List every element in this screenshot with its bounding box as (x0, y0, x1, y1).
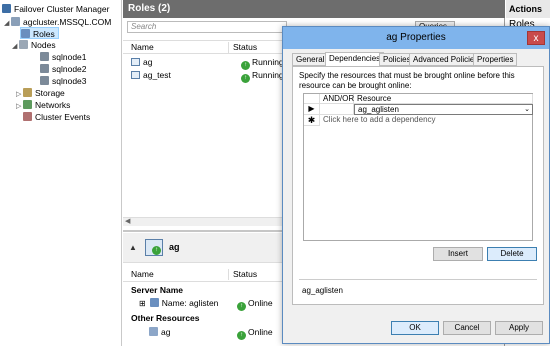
column-header-resource[interactable]: Resource (354, 94, 533, 104)
nodes-icon (19, 40, 28, 49)
properties-dialog: ag Properties x General Dependencies Pol… (282, 26, 550, 344)
tree-node-label: sqlnode3 (52, 76, 87, 86)
expand-icon[interactable]: ⊞ (139, 299, 146, 308)
role-status: ↑ Running (241, 69, 284, 83)
role-icon: ↑ (145, 239, 163, 256)
role-row[interactable]: ag_test ↑ Running (131, 69, 284, 83)
resource-dropdown-value: ag_aglisten (358, 105, 399, 114)
roles-title: Roles (2) (123, 0, 505, 18)
dialog-title: ag Properties (386, 32, 446, 43)
insert-button[interactable]: Insert (433, 247, 483, 261)
column-header-name[interactable]: Name (127, 269, 229, 280)
collapse-icon[interactable]: ▲ (129, 243, 137, 252)
tree-roles-item[interactable]: Roles (20, 27, 59, 39)
resource-icon (149, 327, 158, 336)
role-name: ag (143, 57, 153, 67)
dependency-grid: AND/OR Resource ▶ ag_aglisten ⌄ ✱ Click … (303, 93, 533, 241)
role-icon (131, 58, 140, 66)
tree-node-label: sqlnode1 (52, 52, 87, 62)
column-header-and-or[interactable]: AND/OR (320, 94, 354, 104)
roles-icon (21, 29, 30, 38)
resource-name: ag (161, 327, 171, 337)
resource-row[interactable]: ⊞ Name: aglisten (139, 297, 218, 309)
resource-status: ↑ Online (237, 326, 273, 340)
resource-status: ↑ Online (237, 297, 273, 311)
actions-title: Actions (506, 0, 550, 18)
detail-title: ag (169, 242, 180, 252)
group-label: Server Name (131, 285, 183, 295)
cluster-manager-icon (2, 4, 11, 13)
tree-node-item[interactable]: sqlnode3 (40, 75, 87, 87)
online-status-icon: ↑ (237, 331, 246, 340)
scroll-left-icon[interactable]: ◀ (125, 217, 130, 225)
tab-properties[interactable]: Properties (473, 53, 518, 66)
role-row[interactable]: ag ↑ Running (131, 56, 284, 70)
column-header-status[interactable]: Status (229, 269, 285, 280)
tab-dependencies[interactable]: Dependencies (325, 52, 385, 67)
tree-roles-label: Roles (33, 29, 55, 39)
tree-events-label: Cluster Events (35, 112, 91, 122)
dependencies-description: Specify the resources that must be broug… (299, 71, 515, 90)
tree-nodes-label: Nodes (31, 40, 56, 50)
column-header-name[interactable]: Name (127, 42, 229, 53)
tree-node-label: sqlnode2 (52, 64, 87, 74)
tab-advanced-policies[interactable]: Advanced Policies (409, 53, 483, 66)
column-header-status[interactable]: Status (229, 42, 285, 53)
server-icon (40, 64, 49, 73)
tree-nodes-item[interactable]: ◢ Nodes (12, 39, 56, 51)
expand-arrow-icon[interactable]: ▷ (16, 101, 23, 113)
storage-icon (23, 88, 32, 97)
ok-button[interactable]: OK (391, 321, 439, 335)
tree-node-item[interactable]: sqlnode1 (40, 51, 87, 63)
tree-storage-item[interactable]: ▷ Storage (16, 87, 65, 99)
tree-events-item[interactable]: Cluster Events (23, 111, 90, 123)
add-dependency-row[interactable]: Click here to add a dependency (320, 115, 436, 126)
role-status: ↑ Running (241, 56, 284, 70)
tree-root-label: Failover Cluster Manager (14, 4, 110, 14)
network-name-icon (149, 298, 159, 307)
tree-storage-label: Storage (35, 88, 65, 98)
tree-networks-item[interactable]: ▷ Networks (16, 99, 70, 111)
tree-cluster-label: agcluster.MSSQL.COM (23, 17, 112, 27)
tree-networks-label: Networks (35, 100, 71, 110)
running-status-icon: ↑ (241, 74, 250, 83)
chevron-down-icon[interactable]: ⌄ (524, 105, 530, 114)
server-icon (40, 52, 49, 61)
dialog-titlebar[interactable]: ag Properties x (283, 27, 549, 49)
resource-status-text: Online (248, 327, 273, 337)
new-row-icon: ✱ (304, 115, 320, 126)
resource-name: Name: aglisten (161, 298, 219, 308)
dependencies-panel: Specify the resources that must be broug… (292, 66, 544, 305)
online-status-icon: ↑ (237, 302, 246, 311)
and-or-cell[interactable] (320, 104, 354, 115)
cluster-icon (11, 17, 20, 26)
divider (299, 279, 537, 280)
group-label: Other Resources (131, 313, 200, 323)
search-input[interactable]: Search (127, 21, 287, 33)
tab-general[interactable]: General (292, 53, 329, 66)
resource-dropdown[interactable]: ag_aglisten ⌄ (354, 104, 533, 115)
close-button[interactable]: x (527, 31, 545, 45)
collapse-arrow-icon[interactable]: ◢ (12, 41, 19, 53)
server-icon (40, 76, 49, 85)
role-status-text: Running (252, 70, 284, 80)
dependency-summary: ag_aglisten (302, 286, 343, 295)
tree-node-item[interactable]: sqlnode2 (40, 63, 87, 75)
role-name: ag_test (143, 70, 171, 80)
role-status-text: Running (252, 57, 284, 67)
resource-status-text: Online (248, 298, 273, 308)
resource-row[interactable]: ag (149, 326, 170, 338)
networks-icon (23, 100, 32, 109)
navigation-tree: Failover Cluster Manager ◢ agcluster.MSSQ… (0, 0, 122, 346)
collapse-arrow-icon[interactable]: ◢ (4, 18, 11, 30)
role-icon (131, 71, 140, 79)
current-row-icon: ▶ (304, 104, 320, 115)
delete-button[interactable]: Delete (487, 247, 537, 261)
grid-row-header (304, 94, 320, 104)
tree-root-item[interactable]: Failover Cluster Manager (2, 3, 109, 15)
cancel-button[interactable]: Cancel (443, 321, 491, 335)
apply-button[interactable]: Apply (495, 321, 543, 335)
events-icon (23, 112, 32, 121)
running-status-icon: ↑ (152, 246, 161, 255)
